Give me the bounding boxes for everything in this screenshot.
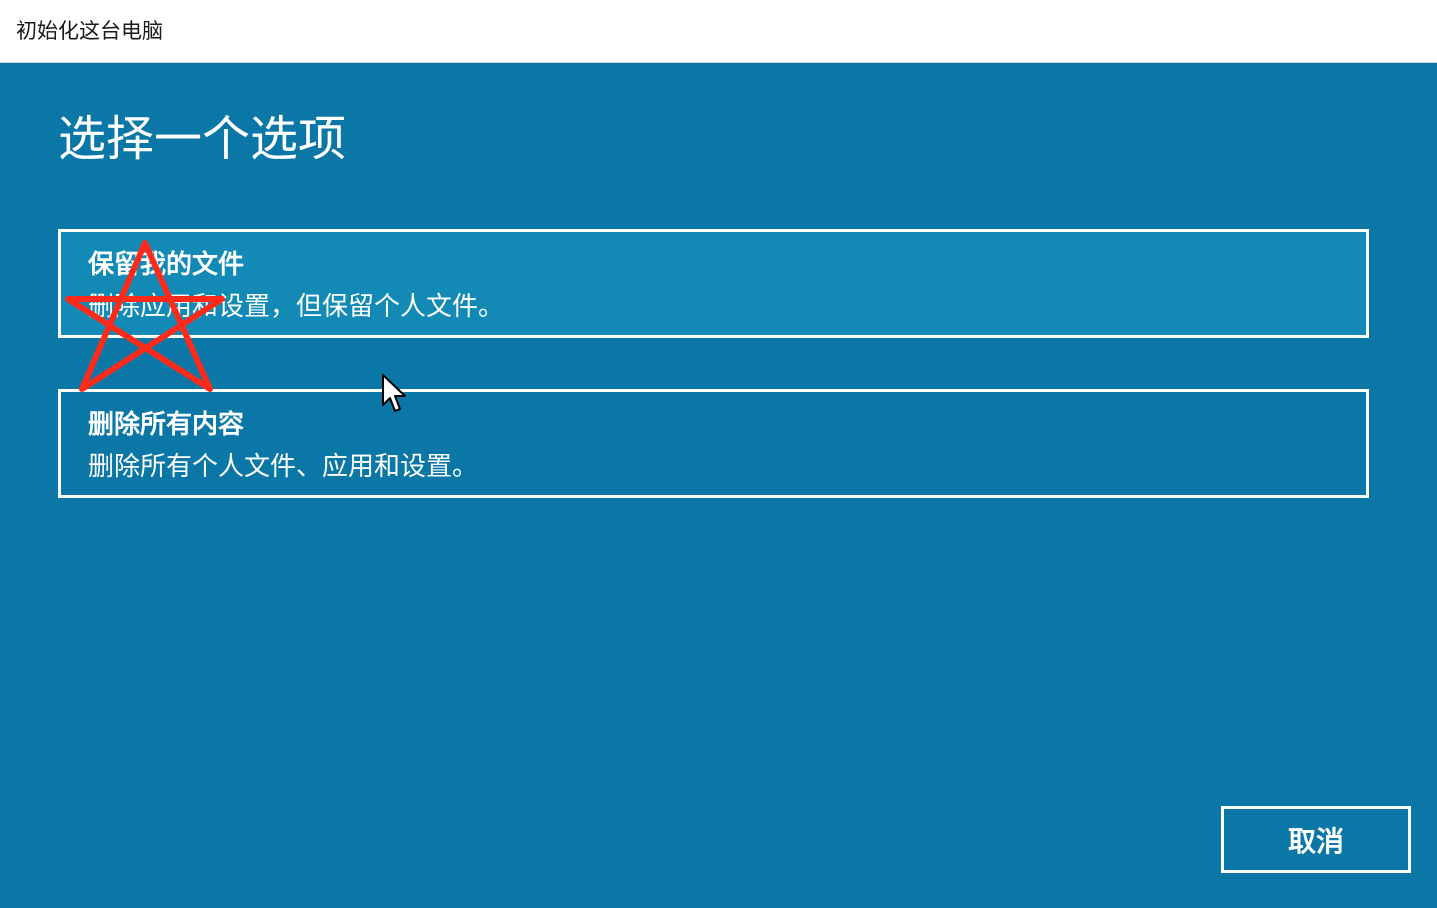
- option-title: 删除所有内容: [88, 410, 245, 440]
- cancel-button[interactable]: 取消: [1221, 806, 1411, 873]
- window-title: 初始化这台电脑: [16, 19, 163, 43]
- dialog-content: 选择一个选项 保留我的文件 删除应用和设置，但保留个人文件。 删除所有内容 删除…: [0, 63, 1437, 908]
- reset-pc-window: 初始化这台电脑 选择一个选项 保留我的文件 删除应用和设置，但保留个人文件。 删…: [0, 0, 1437, 908]
- option-title: 保留我的文件: [88, 250, 245, 280]
- page-title: 选择一个选项: [58, 111, 347, 167]
- remove-everything-option[interactable]: 删除所有内容 删除所有个人文件、应用和设置。: [58, 389, 1369, 498]
- option-description: 删除应用和设置，但保留个人文件。: [88, 292, 505, 322]
- option-description: 删除所有个人文件、应用和设置。: [88, 452, 479, 482]
- keep-my-files-option[interactable]: 保留我的文件 删除应用和设置，但保留个人文件。: [58, 229, 1369, 338]
- title-bar: 初始化这台电脑: [0, 0, 1437, 63]
